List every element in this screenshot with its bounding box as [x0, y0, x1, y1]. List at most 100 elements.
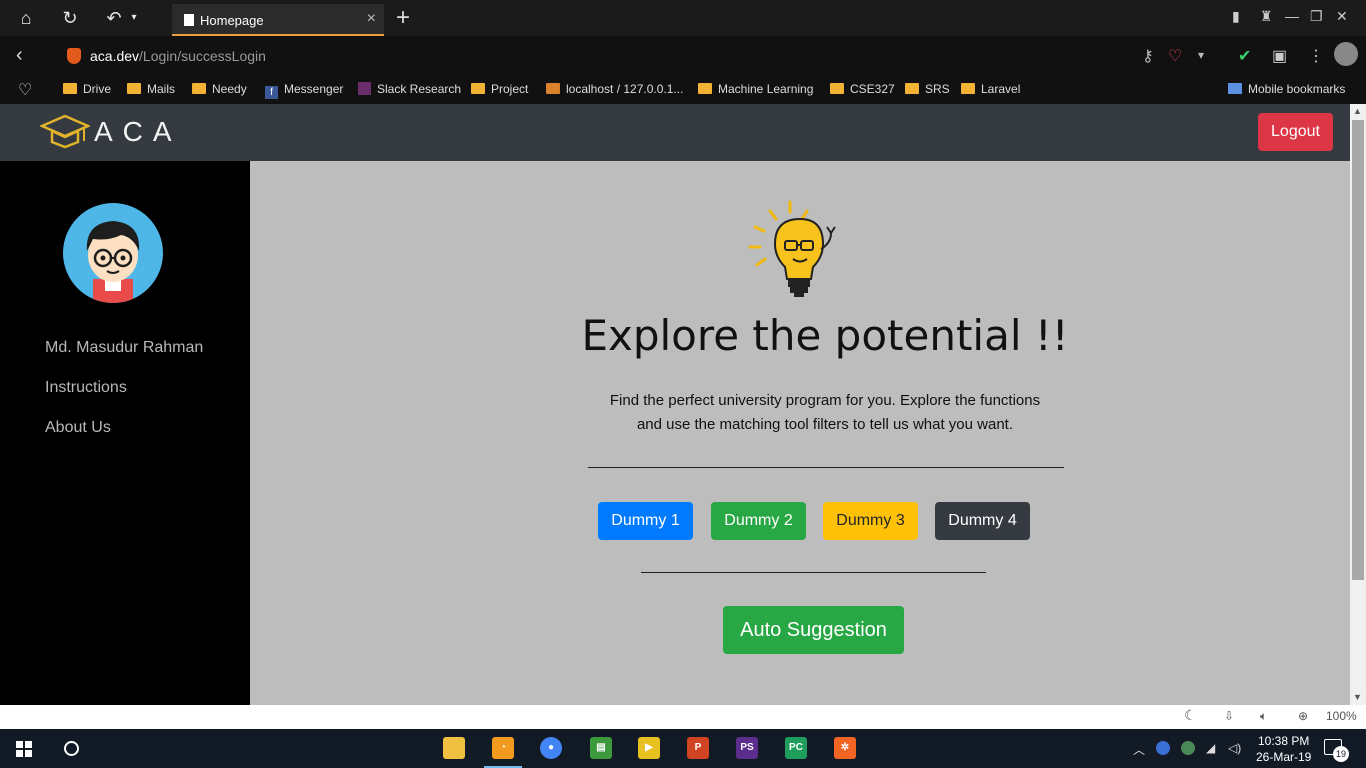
volume-icon[interactable]: 🔈︎	[1260, 709, 1267, 724]
system-clock[interactable]: 10:38 PM 26-Mar-19	[1256, 733, 1311, 765]
bookmark-needy[interactable]: Needy	[192, 82, 247, 96]
home-icon[interactable]: ⌂	[12, 6, 40, 30]
bookmark-cse327[interactable]: CSE327	[830, 82, 895, 96]
bookmark-project[interactable]: Project	[471, 82, 528, 96]
bookmark-label: Project	[491, 82, 529, 96]
avatar-illustration	[86, 221, 140, 303]
key-icon[interactable]: ⚷	[1142, 46, 1154, 66]
bookmark-drive[interactable]: Drive	[63, 82, 111, 96]
bookmark-label: CSE327	[850, 82, 895, 96]
top-navbar: ACA Logout	[0, 104, 1350, 161]
auto-suggestion-button[interactable]: Auto Suggestion	[723, 606, 904, 654]
bookmark-label: Messenger	[284, 82, 344, 96]
zoom-level[interactable]: 100%	[1326, 709, 1357, 723]
close-icon[interactable]: ×	[367, 10, 376, 28]
speaker-icon[interactable]: ◁)	[1228, 741, 1241, 755]
chevron-down-icon[interactable]: ▾	[1198, 48, 1204, 62]
sidebar-item-user-name[interactable]: Md. Masudur Rahman	[45, 339, 203, 357]
scrollbar-thumb[interactable]	[1352, 120, 1364, 580]
night-mode-icon[interactable]: ☾	[1184, 707, 1197, 724]
web-page: ACA Logout Md. Masudur Rahman Instructio…	[0, 104, 1350, 705]
close-window-icon[interactable]: ✕	[1336, 8, 1348, 25]
bookmark-label: localhost / 127.0.0.1...	[566, 82, 684, 96]
bookmark-label: SRS	[925, 82, 950, 96]
graduation-cap-icon[interactable]	[40, 114, 90, 150]
profile-icon[interactable]	[1334, 42, 1358, 66]
bookmark-srs[interactable]: SRS	[905, 82, 950, 96]
facebook-icon: f	[265, 86, 278, 99]
folder-icon	[830, 83, 844, 94]
url-path: /Login/successLogin	[139, 48, 266, 64]
logout-button[interactable]: Logout	[1258, 113, 1333, 151]
dummy-1-button[interactable]: Dummy 1	[598, 502, 693, 540]
dummy-2-button[interactable]: Dummy 2	[711, 502, 806, 540]
phpstorm-icon[interactable]: PS	[736, 737, 758, 759]
windows-start-icon[interactable]	[16, 741, 32, 757]
new-tab-icon[interactable]: +	[396, 4, 410, 32]
tray-app-icon[interactable]	[1156, 741, 1170, 755]
bookmark-label: Needy	[212, 82, 247, 96]
logo-text[interactable]: ACA	[94, 116, 182, 148]
browser-tab[interactable]: Homepage ×	[172, 4, 384, 36]
slack-icon	[358, 82, 371, 95]
brave-shield-icon[interactable]	[67, 48, 81, 64]
media-player-icon[interactable]: ▶	[638, 737, 660, 759]
check-extension-icon[interactable]: ✔	[1238, 46, 1251, 66]
divider	[588, 467, 1064, 468]
notification-icon[interactable]: 19	[1324, 739, 1349, 762]
wifi-icon[interactable]: ◢	[1206, 741, 1215, 755]
windows-taskbar: ◔ ● ▤ ▶ P PS PC ✲ ︿ ◢ ◁) 10:38 PM 26-Mar…	[0, 729, 1366, 768]
tile-icon[interactable]: ▮	[1232, 8, 1240, 25]
browser-status-bar: ☾ ⇩ 🔈︎ ⊕ 100%	[0, 705, 1366, 729]
pycharm-icon[interactable]: PC	[785, 737, 807, 759]
bookmark-label: Drive	[83, 82, 112, 96]
folder-icon	[471, 83, 485, 94]
bookmark-label: Mobile bookmarks	[1248, 82, 1346, 96]
bookmark-label: Machine Learning	[718, 82, 814, 96]
dummy-3-button[interactable]: Dummy 3	[823, 502, 918, 540]
minimize-icon[interactable]: —	[1285, 8, 1299, 24]
scroll-down-icon[interactable]: ▼	[1353, 692, 1362, 702]
main-content: Explore the potential !! Find the perfec…	[250, 161, 1350, 705]
heart-icon[interactable]: ♡	[18, 80, 32, 100]
chrome-icon[interactable]: ●	[540, 737, 562, 759]
sidebar-item-instructions[interactable]: Instructions	[45, 379, 127, 397]
bookmark-slack-research[interactable]: Slack Research	[358, 82, 461, 96]
bookmark-localhost[interactable]: localhost / 127.0.0.1...	[546, 82, 683, 96]
page-description: Find the perfect university program for …	[575, 389, 1075, 437]
sidebar-item-about-us[interactable]: About Us	[45, 419, 111, 437]
scroll-up-icon[interactable]: ▲	[1353, 106, 1362, 116]
tray-app-icon[interactable]	[1181, 741, 1195, 755]
download-icon[interactable]: ⇩	[1224, 709, 1234, 723]
extension-icon[interactable]: ▣	[1272, 46, 1287, 66]
winrar-icon[interactable]: ▤	[590, 737, 612, 759]
url-field[interactable]: aca.dev/Login/successLogin	[90, 48, 266, 64]
page-scrollbar[interactable]: ▲ ▼	[1350, 104, 1366, 705]
bookmarks-bar: ♡ Drive Mails Needy f Messenger Slack Res…	[0, 74, 1366, 104]
bookmark-messenger[interactable]: f Messenger	[265, 82, 343, 99]
file-explorer-icon[interactable]	[443, 737, 465, 759]
folder-icon	[698, 83, 712, 94]
bookmark-machine-learning[interactable]: Machine Learning	[698, 82, 813, 96]
zoom-icon[interactable]: ⊕	[1298, 709, 1308, 723]
dummy-4-button[interactable]: Dummy 4	[935, 502, 1030, 540]
uc-browser-icon[interactable]: ◔	[484, 737, 522, 768]
powerpoint-icon[interactable]: P	[687, 737, 709, 759]
restore-icon[interactable]: ❐	[1310, 8, 1323, 25]
browser-tab-bar: ⌂ ↻ ↶ ▾ Homepage × + ▮ ♜ — ❐ ✕	[0, 0, 1366, 36]
reload-icon[interactable]: ↻	[56, 6, 84, 30]
xampp-icon[interactable]: ✲	[834, 737, 856, 759]
tab-title: Homepage	[200, 13, 264, 28]
back-icon[interactable]: ‹	[16, 44, 23, 67]
cortana-icon[interactable]	[64, 741, 79, 756]
chevron-up-icon[interactable]: ︿	[1133, 741, 1145, 758]
bookmark-laravel[interactable]: Laravel	[961, 82, 1020, 96]
folder-icon	[63, 83, 77, 94]
shirt-icon[interactable]: ♜	[1260, 8, 1273, 25]
menu-icon[interactable]: ⋮	[1308, 46, 1324, 66]
bookmark-mobile[interactable]: Mobile bookmarks	[1228, 82, 1345, 96]
heart-icon[interactable]: ♡	[1168, 46, 1182, 66]
bookmark-label: Laravel	[981, 82, 1021, 96]
bookmark-mails[interactable]: Mails	[127, 82, 175, 96]
chevron-down-icon[interactable]: ▾	[120, 6, 148, 30]
